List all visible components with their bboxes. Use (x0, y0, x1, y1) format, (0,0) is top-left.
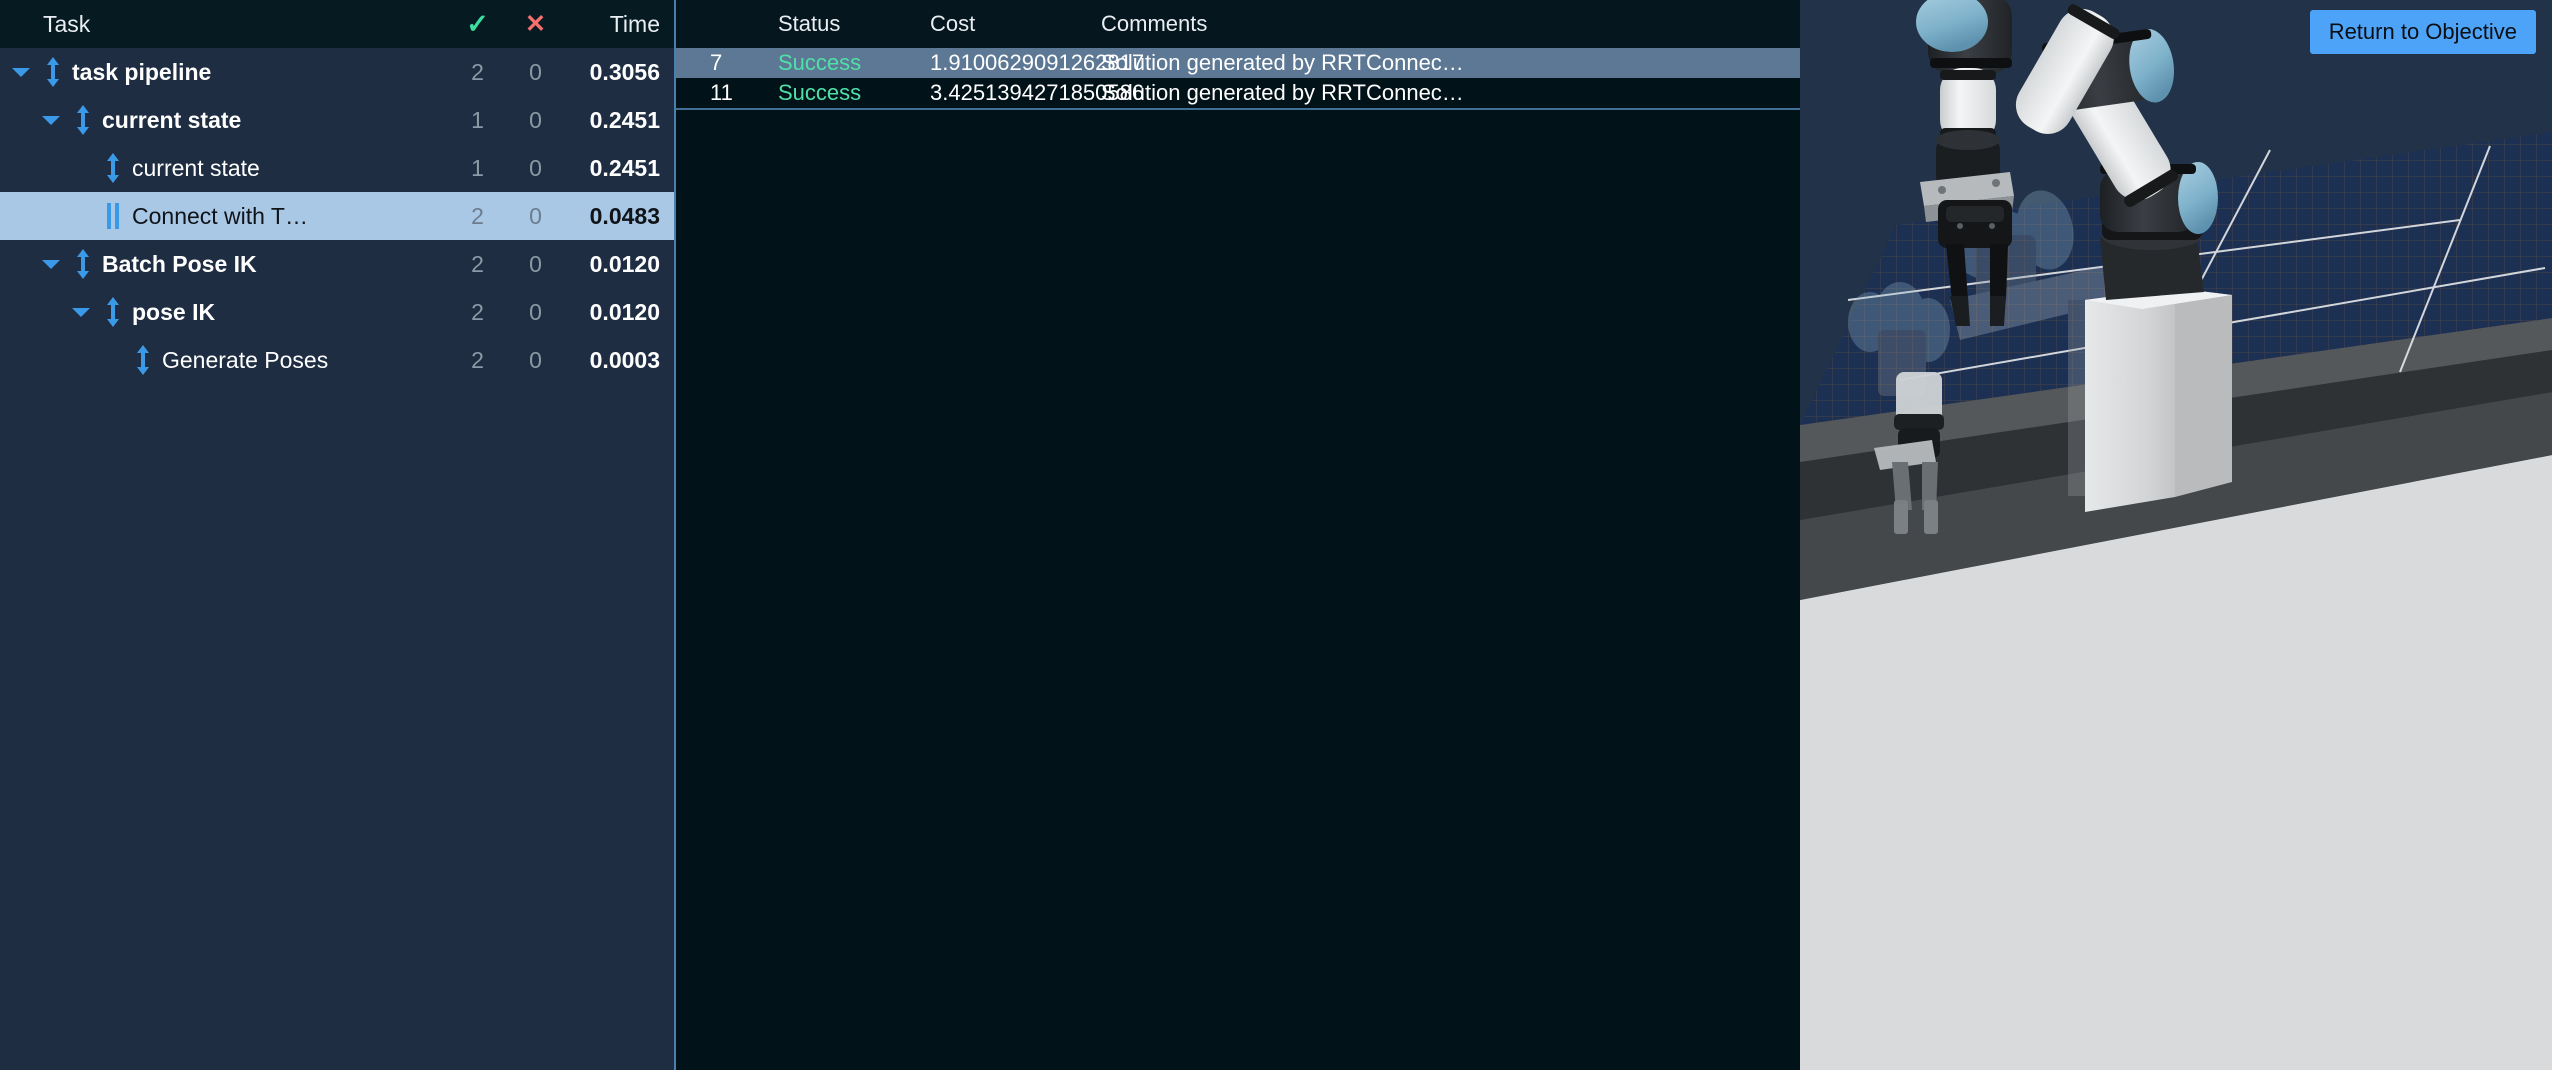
return-to-objective-button[interactable]: Return to Objective (2309, 10, 2536, 54)
solution-arrows-icon (68, 96, 98, 144)
check-icon: ✓ (466, 9, 489, 39)
solution-arrows-icon (98, 288, 128, 336)
task-tree-header: Task ✓ ✕ Time (0, 0, 674, 48)
task-failure-count: 0 (529, 299, 542, 325)
task-failure-count: 0 (529, 59, 542, 85)
task-tree-row[interactable]: pose IK 2 0 0.0120 (0, 288, 674, 336)
task-failure-count: 0 (529, 107, 542, 133)
task-tree-list: task pipeline 2 0 0.3056 current state 1 0 0.24… (0, 48, 674, 384)
task-tree-row-label: pose IK (132, 299, 216, 325)
task-success-count: 2 (471, 59, 484, 85)
robot-3d-viewport[interactable]: Return to Objective (1800, 0, 2552, 1070)
task-tree-row[interactable]: Connect with T… 2 0 0.0483 (0, 192, 674, 240)
solutions-table-header: Status Cost Comments (674, 0, 1800, 48)
task-tree-row-label: current state (132, 155, 260, 181)
task-time-value: 0.0120 (589, 251, 660, 277)
task-time-value: 0.0003 (589, 347, 660, 373)
chevron-down-icon[interactable] (38, 240, 64, 288)
task-time-value: 0.0483 (589, 203, 660, 229)
task-failure-count: 0 (529, 203, 542, 229)
task-tree-row[interactable]: task pipeline 2 0 0.3056 (0, 48, 674, 96)
solution-row[interactable]: 7 Success 1.9100629091262817 Solution gener… (674, 48, 1800, 78)
task-time-value: 0.0120 (589, 299, 660, 325)
task-time-value: 0.2451 (589, 107, 660, 133)
task-success-count: 2 (471, 299, 484, 325)
task-success-count: 2 (471, 347, 484, 373)
chevron-down-icon[interactable] (68, 288, 94, 336)
task-time-value: 0.2451 (589, 155, 660, 181)
task-tree-row-label: Connect with T… (132, 203, 308, 229)
solution-id: 7 (710, 50, 723, 75)
solution-arrows-icon (128, 336, 158, 384)
solution-comments: Solution generated by RRTConnec… (1101, 80, 1464, 105)
solution-arrows-icon (38, 48, 68, 96)
robot-arm-3d-scene (1800, 0, 2552, 1070)
solution-status: Success (778, 80, 862, 105)
time-column-header: Time (609, 11, 660, 37)
cross-icon: ✕ (525, 10, 546, 38)
solution-id: 11 (710, 80, 733, 105)
task-time-value: 0.3056 (589, 59, 660, 85)
connect-bars-icon (98, 192, 128, 240)
task-failure-count: 0 (529, 251, 542, 277)
solutions-empty-area (674, 110, 1800, 1070)
task-failure-count: 0 (529, 347, 542, 373)
task-tree-row[interactable]: current state 1 0 0.2451 (0, 144, 674, 192)
task-tree-panel: Task ✓ ✕ Time task pipeline 2 0 0.3056 curre… (0, 0, 674, 1070)
solution-arrows-icon (68, 240, 98, 288)
task-failure-count: 0 (529, 155, 542, 181)
solution-status: Success (778, 50, 862, 75)
chevron-down-icon[interactable] (38, 96, 64, 144)
task-success-count: 1 (471, 107, 484, 133)
cost-column-header: Cost (930, 11, 976, 36)
task-success-count: 2 (471, 251, 484, 277)
solution-arrows-icon (98, 144, 128, 192)
task-tree-row[interactable]: Generate Poses 2 0 0.0003 (0, 336, 674, 384)
comments-column-header: Comments (1101, 11, 1208, 36)
chevron-down-icon[interactable] (8, 48, 34, 96)
task-tree-row-label: Generate Poses (162, 347, 329, 373)
task-tree-row-label: current state (102, 107, 242, 133)
task-column-header: Task (43, 11, 91, 37)
solutions-panel: Status Cost Comments 7 Success 1.910062909… (674, 0, 1800, 1070)
solution-row[interactable]: 11 Success 3.4251394271850586 Solution gene… (674, 78, 1800, 108)
task-tree-row-label: task pipeline (72, 59, 212, 85)
task-tree-row[interactable]: current state 1 0 0.2451 (0, 96, 674, 144)
application-root: Task ✓ ✕ Time task pipeline 2 0 0.3056 curre… (0, 0, 2552, 1070)
solutions-table-body: 7 Success 1.9100629091262817 Solution gener… (674, 48, 1800, 108)
task-tree-row-label: Batch Pose IK (102, 251, 257, 277)
task-success-count: 1 (471, 155, 484, 181)
task-success-count: 2 (471, 203, 484, 229)
task-tree-row[interactable]: Batch Pose IK 2 0 0.0120 (0, 240, 674, 288)
solution-comments: Solution generated by RRTConnec… (1101, 50, 1464, 75)
panel-divider[interactable] (674, 0, 676, 1070)
status-column-header: Status (778, 11, 841, 36)
